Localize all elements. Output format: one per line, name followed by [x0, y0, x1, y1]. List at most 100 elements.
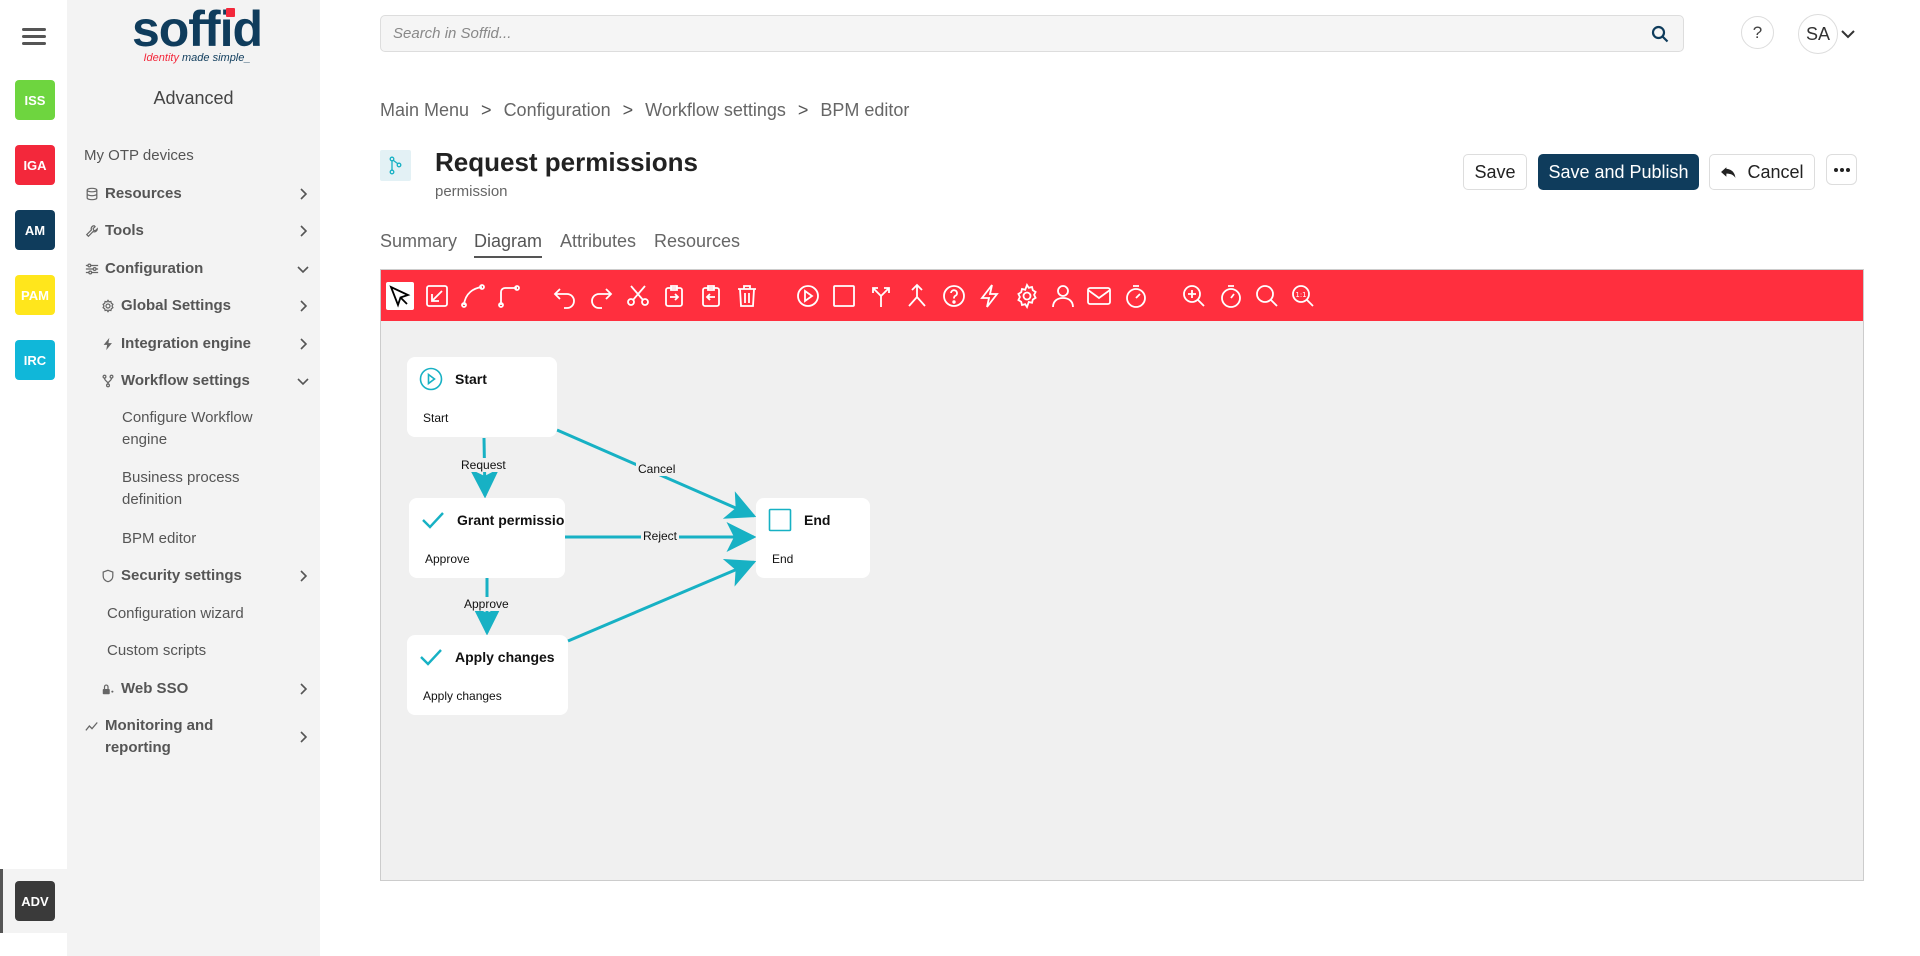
- gear-icon: [100, 298, 116, 314]
- sidebar-item-label: Web SSO: [121, 680, 189, 697]
- edge-apply-end[interactable]: [567, 558, 757, 643]
- sidebar-item-configure-workflow-engine[interactable]: Configure Workflow engine: [122, 407, 272, 451]
- fork-icon: [872, 287, 890, 307]
- delete-button[interactable]: [733, 282, 761, 310]
- sidebar-item-label: Resources: [105, 185, 182, 202]
- add-timer-node[interactable]: [1122, 282, 1150, 310]
- sidebar-item-global-settings[interactable]: Global Settings: [100, 297, 353, 314]
- app-iga-button[interactable]: IGA: [15, 145, 55, 185]
- redo-button[interactable]: [587, 282, 615, 310]
- tab-diagram[interactable]: Diagram: [474, 231, 543, 258]
- chevron-down-icon: [297, 265, 309, 273]
- node-title: Grant permissions: [457, 512, 565, 528]
- breadcrumb-bpm-editor[interactable]: BPM editor: [820, 100, 909, 121]
- sidebar-item-label: My OTP devices: [84, 147, 194, 164]
- cancel-button[interactable]: Cancel: [1709, 154, 1815, 190]
- add-decision-node[interactable]: [940, 282, 968, 310]
- node-apply-changes[interactable]: Apply changes Apply changes: [407, 635, 568, 715]
- sidebar-item-integration-engine[interactable]: Integration engine: [100, 335, 353, 352]
- sidebar-item-custom-scripts[interactable]: Custom scripts: [107, 642, 360, 659]
- add-event-node[interactable]: [976, 282, 1004, 310]
- menu-icon[interactable]: [21, 25, 49, 49]
- node-title: Start: [455, 371, 487, 387]
- zoom-reset-button[interactable]: 1:1: [1289, 282, 1317, 310]
- add-fork-node[interactable]: [867, 282, 895, 310]
- help-button[interactable]: ?: [1741, 16, 1774, 49]
- chevron-down-icon[interactable]: [1840, 26, 1856, 42]
- transition-tool[interactable]: [423, 282, 451, 310]
- sidebar-item-monitoring[interactable]: Monitoring and reporting: [84, 715, 308, 759]
- sidebar-item-otp[interactable]: My OTP devices: [84, 147, 337, 164]
- zoom-in-button[interactable]: [1180, 282, 1208, 310]
- cut-button[interactable]: [624, 282, 652, 310]
- sidebar-item-tools[interactable]: Tools: [84, 222, 337, 239]
- square-icon: [833, 285, 855, 307]
- join-icon: [908, 283, 926, 307]
- node-end[interactable]: End End: [756, 498, 870, 578]
- diagram-edges: [469, 428, 757, 643]
- node-subtitle: End: [772, 552, 794, 566]
- breadcrumb-main-menu[interactable]: Main Menu: [380, 100, 469, 121]
- page-subtitle: permission: [435, 183, 508, 200]
- app-am-button[interactable]: AM: [15, 210, 55, 250]
- add-mail-node[interactable]: [1085, 282, 1113, 310]
- sidebar-item-resources[interactable]: Resources: [84, 185, 337, 202]
- save-button[interactable]: Save: [1463, 154, 1527, 190]
- question-circle-icon: [943, 285, 965, 307]
- tab-summary[interactable]: Summary: [380, 231, 457, 256]
- zoom-out-button[interactable]: [1253, 282, 1281, 310]
- select-tool[interactable]: [386, 282, 414, 310]
- sidebar-item-web-sso[interactable]: Web SSO: [100, 680, 353, 697]
- node-grant-permissions[interactable]: Grant permissions Approve: [409, 498, 565, 578]
- tab-attributes[interactable]: Attributes: [560, 231, 636, 256]
- copy-icon: [665, 285, 683, 307]
- user-avatar[interactable]: SA: [1798, 14, 1838, 54]
- arrow-tool-icon: [426, 285, 448, 307]
- logo-tagline-identity: Identity: [143, 52, 179, 64]
- tab-resources[interactable]: Resources: [654, 231, 740, 256]
- add-start-node[interactable]: [794, 282, 822, 310]
- edge-label-request: Request: [459, 458, 508, 472]
- curve-tool[interactable]: [459, 282, 487, 310]
- node-subtitle: Apply changes: [423, 689, 502, 703]
- soffid-logo[interactable]: soffid Identity made simple_: [122, 1, 272, 68]
- sidebar-item-configuration[interactable]: Configuration: [84, 260, 337, 277]
- add-system-node[interactable]: [1013, 282, 1041, 310]
- app-pam-button[interactable]: PAM: [15, 275, 55, 315]
- elbow-tool[interactable]: [495, 282, 523, 310]
- chart-line-icon: [84, 718, 100, 734]
- zoom-in-icon: [1183, 285, 1205, 307]
- sidebar-item-configuration-wizard[interactable]: Configuration wizard: [107, 605, 360, 622]
- search-input[interactable]: [381, 16, 1631, 51]
- save-and-publish-button[interactable]: Save and Publish: [1538, 154, 1699, 190]
- app-rail: ISS IGA AM PAM IRC ADV: [0, 0, 67, 956]
- copy-button[interactable]: [660, 282, 688, 310]
- reply-icon: [1721, 166, 1736, 178]
- gear-icon: [1017, 283, 1037, 309]
- sidebar-item-bpm-editor[interactable]: BPM editor: [122, 530, 375, 547]
- add-join-node[interactable]: [903, 282, 931, 310]
- square-icon: [768, 508, 792, 532]
- more-options-button[interactable]: [1826, 154, 1857, 185]
- sidebar-item-label: Configuration: [105, 260, 204, 277]
- zoom-out-icon: [1256, 285, 1278, 307]
- search-icon[interactable]: [1651, 25, 1669, 43]
- app-adv-button[interactable]: ADV: [15, 881, 55, 921]
- node-title: Apply changes: [455, 649, 555, 665]
- mail-icon: [1087, 287, 1111, 305]
- diagram-canvas[interactable]: Request Cancel Reject Approve Start Star…: [381, 321, 1863, 880]
- node-start[interactable]: Start Start: [407, 357, 557, 437]
- paste-button[interactable]: [697, 282, 725, 310]
- sidebar-item-workflow-settings[interactable]: Workflow settings: [100, 372, 353, 389]
- add-end-node[interactable]: [830, 282, 858, 310]
- sidebar-item-security-settings[interactable]: Security settings: [100, 567, 353, 584]
- breadcrumb-configuration[interactable]: Configuration: [504, 100, 611, 121]
- breadcrumb-workflow-settings[interactable]: Workflow settings: [645, 100, 786, 121]
- zoom-timer-button[interactable]: [1217, 282, 1245, 310]
- sidebar-item-label: Integration engine: [121, 335, 252, 352]
- undo-button[interactable]: [551, 282, 579, 310]
- add-task-node[interactable]: [1049, 282, 1077, 310]
- app-iss-button[interactable]: ISS: [15, 80, 55, 120]
- app-irc-button[interactable]: IRC: [15, 340, 55, 380]
- sidebar-item-business-process-definition[interactable]: Business process definition: [122, 467, 272, 511]
